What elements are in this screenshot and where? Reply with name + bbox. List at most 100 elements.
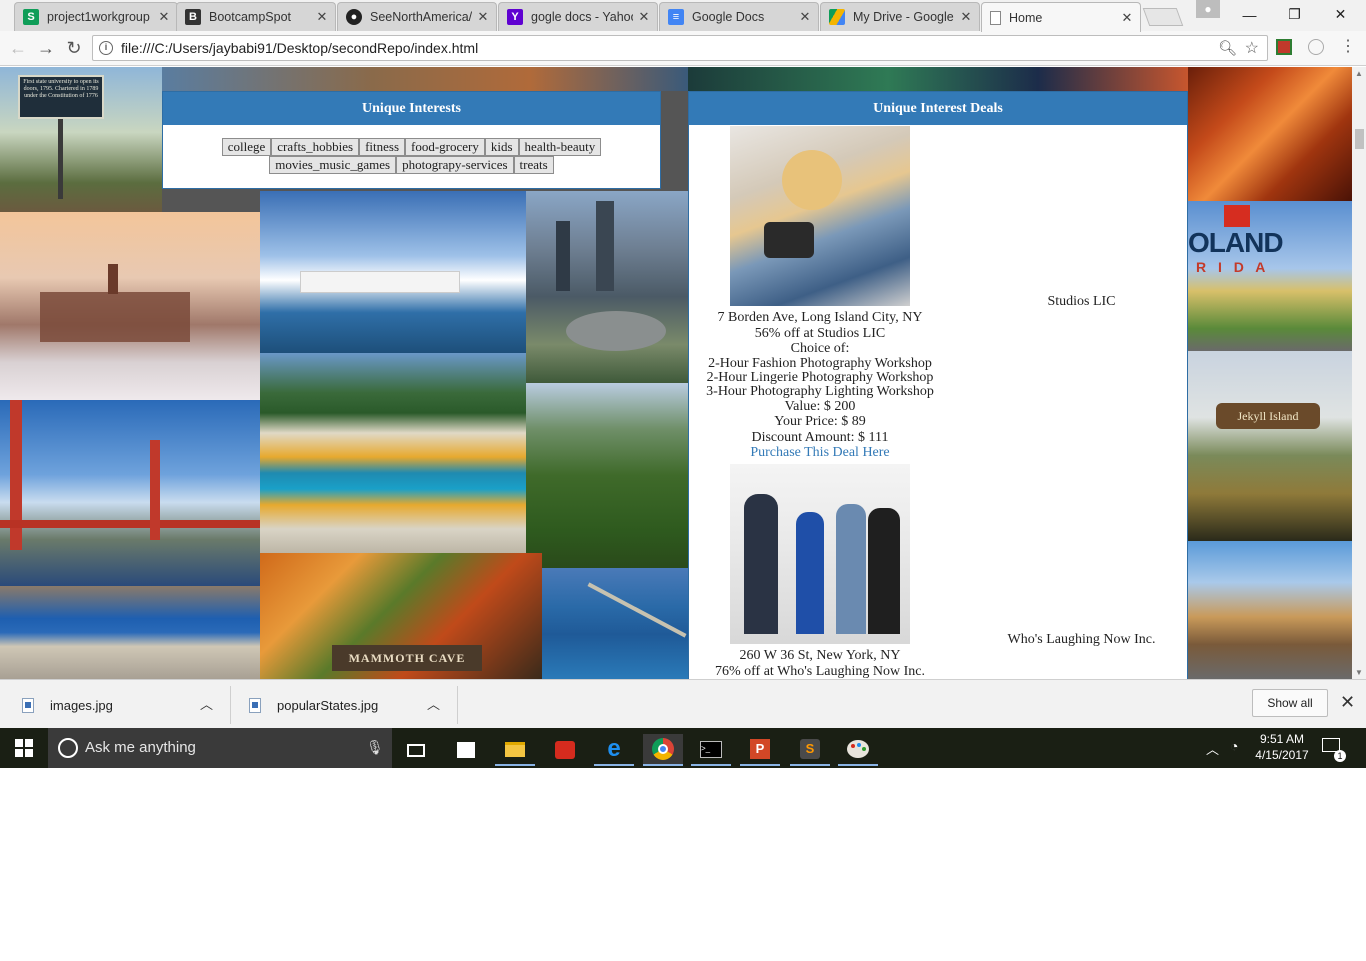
powerpoint-icon[interactable]: P [740, 734, 780, 766]
chevron-up-icon[interactable]: ︿ [427, 694, 440, 713]
interests-panel: Unique Interests college crafts_hobbies … [162, 91, 661, 189]
deal-image-comedy [730, 464, 910, 644]
divider [230, 686, 231, 724]
scrollbar-thumb[interactable] [1355, 129, 1364, 149]
deal-image-photography [730, 126, 910, 306]
tab-my-drive[interactable]: My Drive - Google ✕ [820, 2, 980, 31]
profile-icon[interactable]: ● [1196, 0, 1220, 18]
minimize-icon[interactable]: — [1227, 0, 1272, 29]
cortana-icon [58, 738, 78, 758]
paint-palette-icon[interactable] [838, 734, 878, 766]
show-all-downloads-button[interactable]: Show all [1252, 689, 1328, 717]
clock-time: 9:51 AM [1259, 732, 1305, 746]
reader-app-icon[interactable] [545, 734, 585, 766]
back-arrow-icon[interactable]: ← [6, 36, 30, 60]
interest-button-food-grocery[interactable]: food-grocery [405, 138, 485, 156]
deals-heading: Unique Interest Deals [689, 92, 1187, 125]
restore-icon[interactable]: ❐ [1272, 0, 1317, 29]
interest-button-crafts-hobbies[interactable]: crafts_hobbies [271, 138, 360, 156]
close-icon[interactable]: ✕ [798, 9, 812, 25]
tab-yahoo-search[interactable]: Y gogle docs - Yahoo ✕ [498, 2, 658, 31]
photo-snowy-campus [0, 212, 260, 400]
purchase-deal-link[interactable]: Purchase This Deal Here [750, 445, 889, 460]
url-text: file:///C:/Users/jaybabi91/Desktop/secon… [121, 40, 479, 56]
downloads-shelf: images.jpg ︿ popularStates.jpg ︿ Show al… [0, 679, 1366, 728]
tab-title: BootcampSpot [209, 10, 291, 24]
photo-top-strip-right [688, 67, 1188, 91]
close-icon[interactable]: ✕ [959, 9, 973, 25]
photo-city-stadium [526, 191, 688, 383]
command-prompt-icon[interactable]: >_ [691, 734, 731, 766]
deal-merchant-name: Studios LIC [1047, 294, 1116, 309]
browser-tab-strip: S project1workgroup ✕ B BootcampSpot ✕ ●… [0, 0, 1366, 32]
close-icon[interactable]: ✕ [476, 9, 490, 25]
clock-date: 4/15/2017 [1255, 748, 1309, 762]
interest-button-college[interactable]: college [221, 138, 272, 156]
page-favicon-icon [990, 10, 1001, 25]
docs-favicon-icon: ≡ [668, 9, 684, 25]
image-file-icon [22, 697, 34, 713]
wifi-icon[interactable]: ◔ [1230, 738, 1238, 754]
deal-choice-label: Choice of: [790, 341, 850, 356]
address-bar[interactable]: i file:///C:/Users/jaybabi91/Desktop/sec… [92, 35, 1268, 61]
deal-merchant-name: Who's Laughing Now Inc. [1007, 632, 1156, 647]
jekyll-sign: Jekyll Island [1216, 403, 1320, 429]
deal-discount: Discount Amount: $ 111 [751, 429, 889, 445]
legoland-subtitle: R I D A [1196, 259, 1270, 275]
extension-circle-icon[interactable] [1308, 39, 1324, 55]
microphone-icon[interactable]: 🎙︎ [366, 739, 384, 756]
scroll-down-arrow-icon[interactable]: ▼ [1355, 668, 1363, 677]
photo-coast-causeway [542, 568, 688, 679]
close-icon[interactable]: ✕ [1120, 10, 1134, 26]
file-explorer-icon[interactable] [495, 734, 535, 766]
store-icon[interactable] [446, 734, 486, 766]
tab-seenorthamerica[interactable]: ● SeeNorthAmerica/ ✕ [337, 2, 497, 31]
reload-icon[interactable]: ↻ [62, 36, 86, 60]
photo-legoland: OLAND R I D A [1188, 201, 1352, 351]
tab-project1workgroup[interactable]: S project1workgroup ✕ [14, 2, 178, 31]
edge-browser-icon[interactable]: e [594, 734, 634, 766]
close-icon[interactable]: ✕ [637, 9, 651, 25]
divider [457, 686, 458, 724]
tab-google-docs[interactable]: ≡ Google Docs ✕ [659, 2, 819, 31]
tab-bootcampspot[interactable]: B BootcampSpot ✕ [176, 2, 336, 31]
deal-address: 260 W 36 St, New York, NY [739, 648, 901, 663]
bootcamp-favicon-icon: B [185, 9, 201, 25]
window-close-icon[interactable]: ✕ [1318, 0, 1363, 29]
notifications-icon[interactable]: 1 [1322, 738, 1346, 762]
close-icon[interactable]: ✕ [157, 9, 171, 25]
zoom-icon[interactable]: 🔍︎ [1218, 39, 1237, 57]
menu-dots-icon[interactable]: ⋮ [1340, 39, 1356, 55]
page-scrollbar[interactable]: ▲ ▼ [1352, 67, 1366, 679]
new-tab-button[interactable] [1142, 8, 1184, 26]
download-item[interactable]: popularStates.jpg [249, 688, 378, 722]
extension-shield-icon[interactable] [1276, 39, 1292, 55]
photo-jekyll-island: Jekyll Island [1188, 351, 1352, 541]
sublime-text-icon[interactable]: S [790, 734, 830, 766]
close-icon[interactable]: ✕ [315, 9, 329, 25]
photo-canyon-rock [1188, 67, 1352, 201]
taskbar-search-box[interactable]: Ask me anything 🎙︎ [48, 728, 392, 768]
info-icon[interactable]: i [99, 41, 113, 55]
interest-button-kids[interactable]: kids [484, 138, 519, 156]
chevron-up-icon[interactable]: ︿ [1206, 739, 1219, 758]
interest-button-fitness[interactable]: fitness [359, 138, 406, 156]
download-filename: popularStates.jpg [277, 697, 379, 713]
bookmark-star-icon[interactable]: ☆ [1245, 38, 1259, 58]
taskbar-clock[interactable]: 9:51 AM 4/15/2017 [1252, 731, 1312, 763]
tab-home[interactable]: Home ✕ [981, 2, 1141, 32]
deal-option: 2-Hour Lingerie Photography Workshop [706, 369, 934, 385]
interest-button-movies-music-games[interactable]: movies_music_games [269, 156, 397, 174]
scroll-up-arrow-icon[interactable]: ▲ [1355, 69, 1363, 78]
windows-start-icon[interactable] [0, 728, 48, 768]
interest-button-photography-services[interactable]: photograpy-services [396, 156, 514, 174]
download-item[interactable]: images.jpg [22, 688, 113, 722]
task-view-icon[interactable] [396, 734, 436, 766]
close-icon[interactable]: ✕ [1340, 692, 1355, 713]
chrome-browser-icon[interactable] [643, 734, 683, 766]
forward-arrow-icon[interactable]: → [34, 36, 58, 60]
interest-button-treats[interactable]: treats [513, 156, 554, 174]
photo-hoover-dam [0, 586, 260, 679]
interest-button-health-beauty[interactable]: health-beauty [518, 138, 602, 156]
chevron-up-icon[interactable]: ︿ [200, 694, 213, 713]
